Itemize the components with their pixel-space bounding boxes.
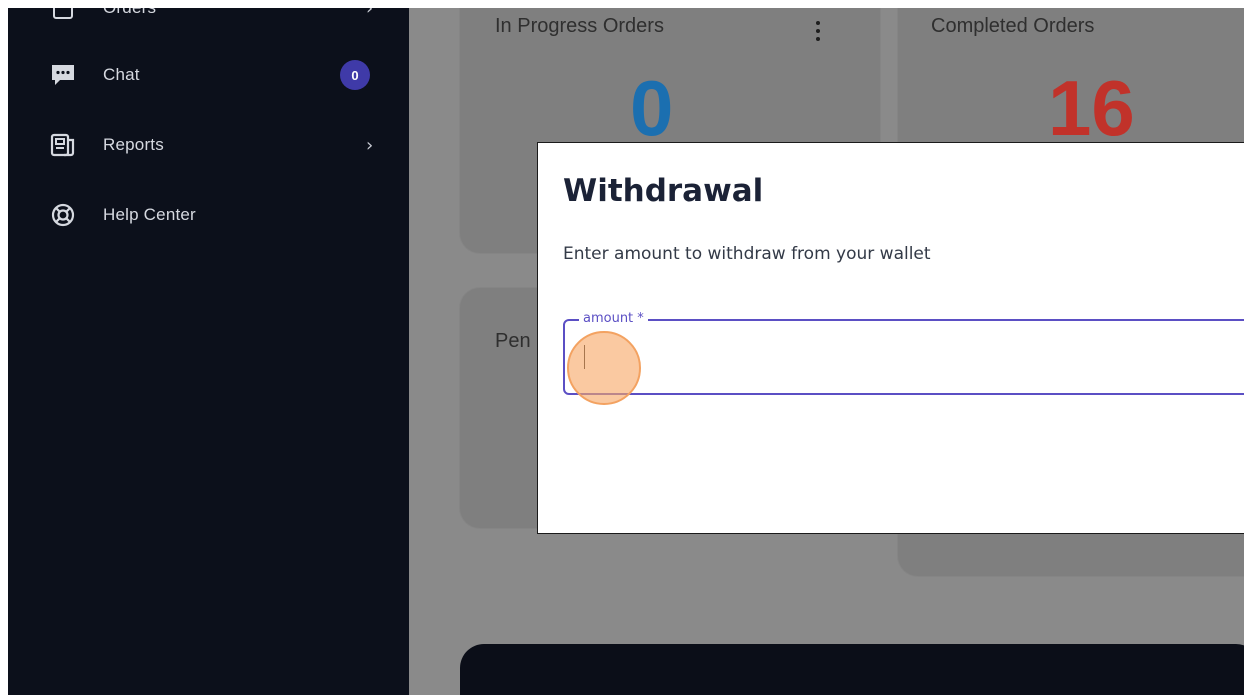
- sidebar-item-label: Help Center: [103, 205, 196, 224]
- card-title: Completed Orders: [931, 15, 1095, 37]
- dialog-description: Enter amount to withdraw from your walle…: [563, 244, 931, 264]
- sidebar: Orders › Chat 0: [8, 8, 409, 695]
- text-cursor: [584, 345, 585, 369]
- completed-count: 16: [1048, 64, 1135, 152]
- reports-icon: [50, 132, 76, 158]
- chevron-right-icon: ›: [366, 8, 374, 19]
- in-progress-count: 0: [630, 64, 674, 152]
- amount-field[interactable]: amount *: [563, 311, 1244, 395]
- sidebar-item-reports[interactable]: Reports ›: [8, 125, 409, 165]
- sidebar-item-chat[interactable]: Chat 0: [8, 55, 409, 95]
- lifebuoy-icon: [50, 202, 76, 228]
- sidebar-item-label: Chat: [103, 65, 140, 84]
- app-window: Orders › Chat 0: [8, 8, 1244, 695]
- sidebar-item-label: Reports: [103, 135, 164, 154]
- sidebar-item-label: Orders: [103, 8, 156, 18]
- chevron-right-icon: ›: [366, 134, 374, 156]
- dialog-title: Withdrawal: [563, 173, 764, 209]
- card-title: Pen: [495, 330, 531, 352]
- unread-count-badge: 0: [340, 60, 370, 90]
- sidebar-item-help-center[interactable]: Help Center: [8, 195, 409, 235]
- more-options-icon[interactable]: [813, 21, 823, 41]
- bottom-panel: [460, 644, 1244, 695]
- card-title: In Progress Orders: [495, 15, 664, 37]
- orders-icon: [50, 8, 76, 21]
- chat-icon: [50, 62, 76, 88]
- sidebar-item-orders[interactable]: Orders ›: [8, 8, 409, 28]
- withdrawal-dialog: Withdrawal Enter amount to withdraw from…: [537, 142, 1244, 534]
- amount-field-label: amount *: [579, 311, 648, 326]
